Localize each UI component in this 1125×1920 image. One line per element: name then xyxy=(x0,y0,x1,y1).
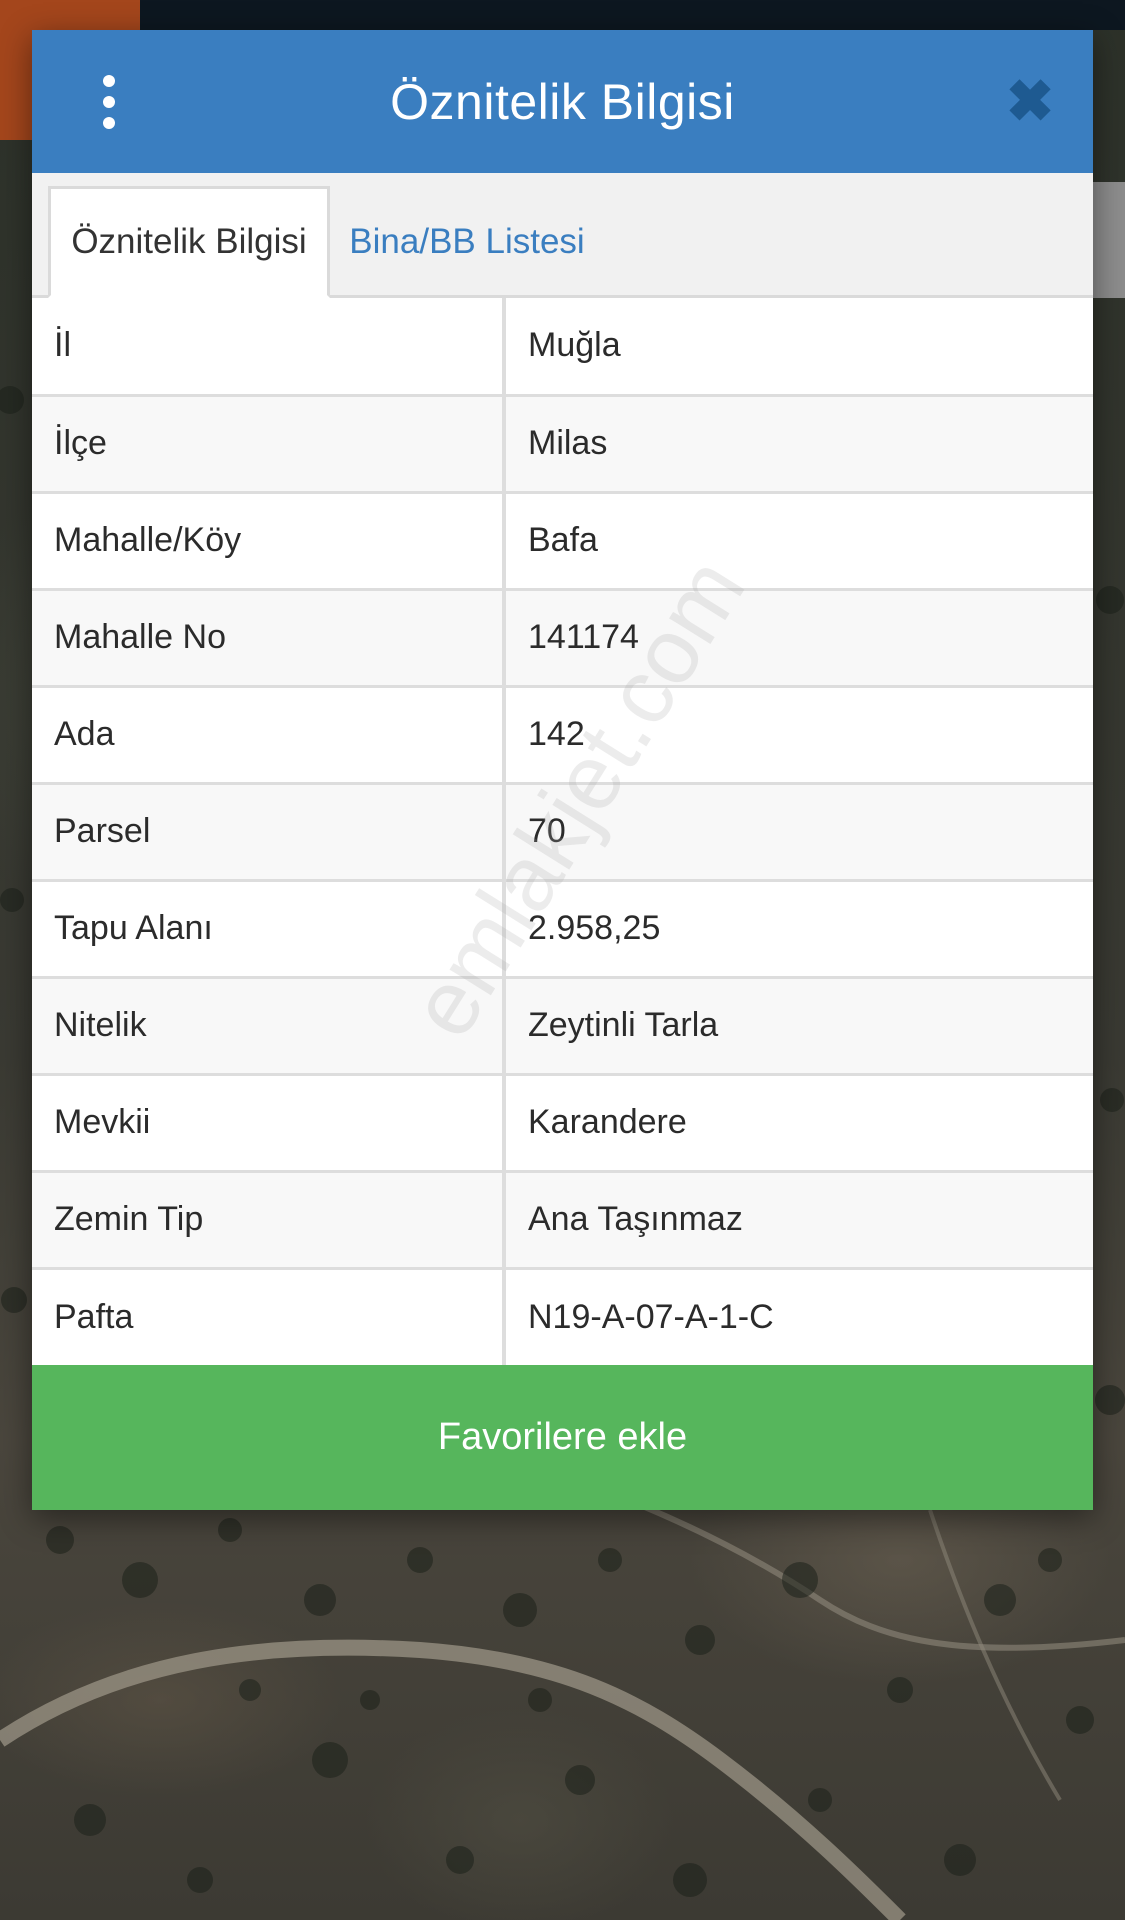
attribute-key: Mevkii xyxy=(32,1074,506,1173)
attribute-table: İl Muğla İlçe Milas Mahalle/Köy Bafa Mahall… xyxy=(32,298,1093,1365)
map-patch xyxy=(140,0,1125,30)
more-vertical-icon[interactable] xyxy=(94,75,124,129)
attribute-info-dialog: Öznitelik Bilgisi ✖ Öznitelik Bilgisi Bi… xyxy=(32,30,1093,1510)
table-row: İlçe Milas xyxy=(32,395,1093,494)
attribute-value: 70 xyxy=(504,783,1093,882)
attribute-key: Ada xyxy=(32,686,506,785)
attribute-key: İlçe xyxy=(32,395,506,494)
attribute-value: Karandere xyxy=(504,1074,1093,1173)
attribute-value: Muğla xyxy=(504,298,1093,397)
attribute-value: 2.958,25 xyxy=(504,880,1093,979)
menu-dot xyxy=(103,75,115,87)
attribute-key: İl xyxy=(32,298,506,397)
close-icon[interactable]: ✖ xyxy=(1005,72,1055,132)
table-row: Mevkii Karandere xyxy=(32,1074,1093,1173)
menu-dot xyxy=(103,96,115,108)
attribute-value: Ana Taşınmaz xyxy=(504,1171,1093,1270)
attribute-value: N19-A-07-A-1-C xyxy=(528,1297,774,1336)
table-row: İl Muğla xyxy=(32,298,1093,397)
tab-building-list[interactable]: Bina/BB Listesi xyxy=(342,186,592,298)
table-row: Ada 142 xyxy=(32,686,1093,785)
table-row: Nitelik Zeytinli Tarla xyxy=(32,977,1093,1076)
attribute-key: Zemin Tip xyxy=(32,1171,506,1270)
attribute-key: Nitelik xyxy=(32,977,506,1076)
dialog-title: Öznitelik Bilgisi xyxy=(390,73,735,130)
dialog-header: Öznitelik Bilgisi ✖ xyxy=(32,30,1093,173)
attribute-key: Mahalle/Köy xyxy=(32,492,506,591)
table-row: Zemin Tip Ana Taşınmaz xyxy=(32,1171,1093,1270)
attribute-value: 142 xyxy=(504,686,1093,785)
tab-attribute-info[interactable]: Öznitelik Bilgisi xyxy=(48,186,330,298)
attribute-key: Tapu Alanı xyxy=(32,880,506,979)
attribute-value: Zeytinli Tarla xyxy=(504,977,1093,1076)
table-row: Mahalle No 141174 xyxy=(32,589,1093,688)
attribute-key: Mahalle No xyxy=(32,589,506,688)
attribute-value: Milas xyxy=(504,395,1093,494)
attribute-value: 141174 xyxy=(504,589,1093,688)
tab-bar: Öznitelik Bilgisi Bina/BB Listesi xyxy=(32,173,1093,298)
table-row: Pafta N19-A-07-A-1-C xyxy=(32,1268,1093,1365)
attribute-key: Parsel xyxy=(32,783,506,882)
attribute-value: Bafa xyxy=(504,492,1093,591)
table-row: Mahalle/Köy Bafa xyxy=(32,492,1093,591)
add-to-favorites-button[interactable]: Favorilere ekle xyxy=(32,1365,1093,1510)
attribute-key: Pafta xyxy=(32,1268,506,1365)
table-row: Tapu Alanı 2.958,25 xyxy=(32,880,1093,979)
scroll-indicator xyxy=(1093,182,1125,298)
table-row: Parsel 70 xyxy=(32,783,1093,882)
menu-dot xyxy=(103,117,115,129)
